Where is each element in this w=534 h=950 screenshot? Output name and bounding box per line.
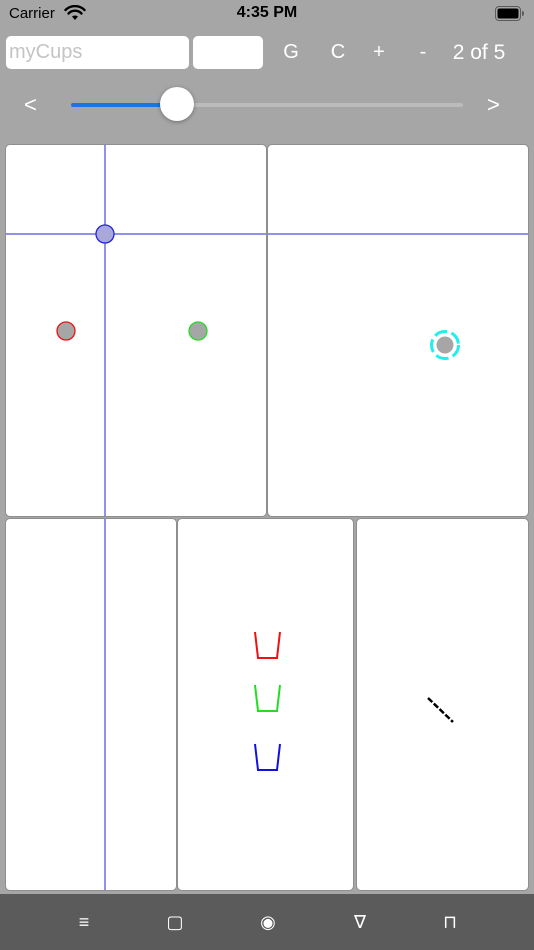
green-control-point[interactable] [188,321,208,341]
blue-control-point[interactable] [95,224,115,244]
rotation-handle[interactable] [436,336,454,354]
add-button[interactable]: + [366,36,392,69]
panel-guide[interactable] [5,518,177,891]
remove-button[interactable]: - [410,36,436,69]
red-cup-icon[interactable] [254,631,281,659]
cups-canvas [254,631,281,771]
battery-icon [495,6,524,21]
page-indicator: 2 of 5 [452,41,506,64]
pi-icon[interactable]: ⊓ [430,894,470,950]
bottom-toolbar: ≡ ▢ ◉ ∇ ⊓ [0,894,534,950]
rotation-canvas [268,233,528,360]
slider-thumb[interactable] [160,87,194,121]
stick-canvas [427,697,454,723]
previous-button[interactable]: < [24,92,37,118]
g-button[interactable]: G [278,36,304,69]
clock: 4:35 PM [236,4,298,21]
panel-stick[interactable] [356,518,529,891]
target-icon[interactable]: ◉ [248,894,288,950]
panel-points[interactable] [5,144,267,517]
next-button[interactable]: > [487,92,500,118]
secondary-input[interactable] [193,36,263,69]
red-control-point[interactable] [56,321,76,341]
guide-canvas [104,519,106,890]
triangle-down-icon[interactable]: ∇ [340,894,380,950]
points-canvas [6,145,266,516]
slider-track[interactable] [71,87,463,121]
green-cup-icon[interactable] [254,684,281,712]
square-icon[interactable]: ▢ [155,894,195,950]
name-input[interactable] [6,36,189,69]
menu-icon[interactable]: ≡ [64,894,104,950]
slider-row: < > [0,86,534,126]
panel-rotation[interactable] [267,144,529,517]
stick-line[interactable] [427,697,454,723]
toolbar: G C + - 2 of 5 [0,36,534,70]
status-bar: Carrier 4:35 PM [0,0,534,28]
c-button[interactable]: C [325,36,351,69]
app-screen: Carrier 4:35 PM G C + - 2 of 5 < > [0,0,534,950]
blue-cup-icon[interactable] [254,743,281,771]
panel-cups[interactable] [177,518,354,891]
